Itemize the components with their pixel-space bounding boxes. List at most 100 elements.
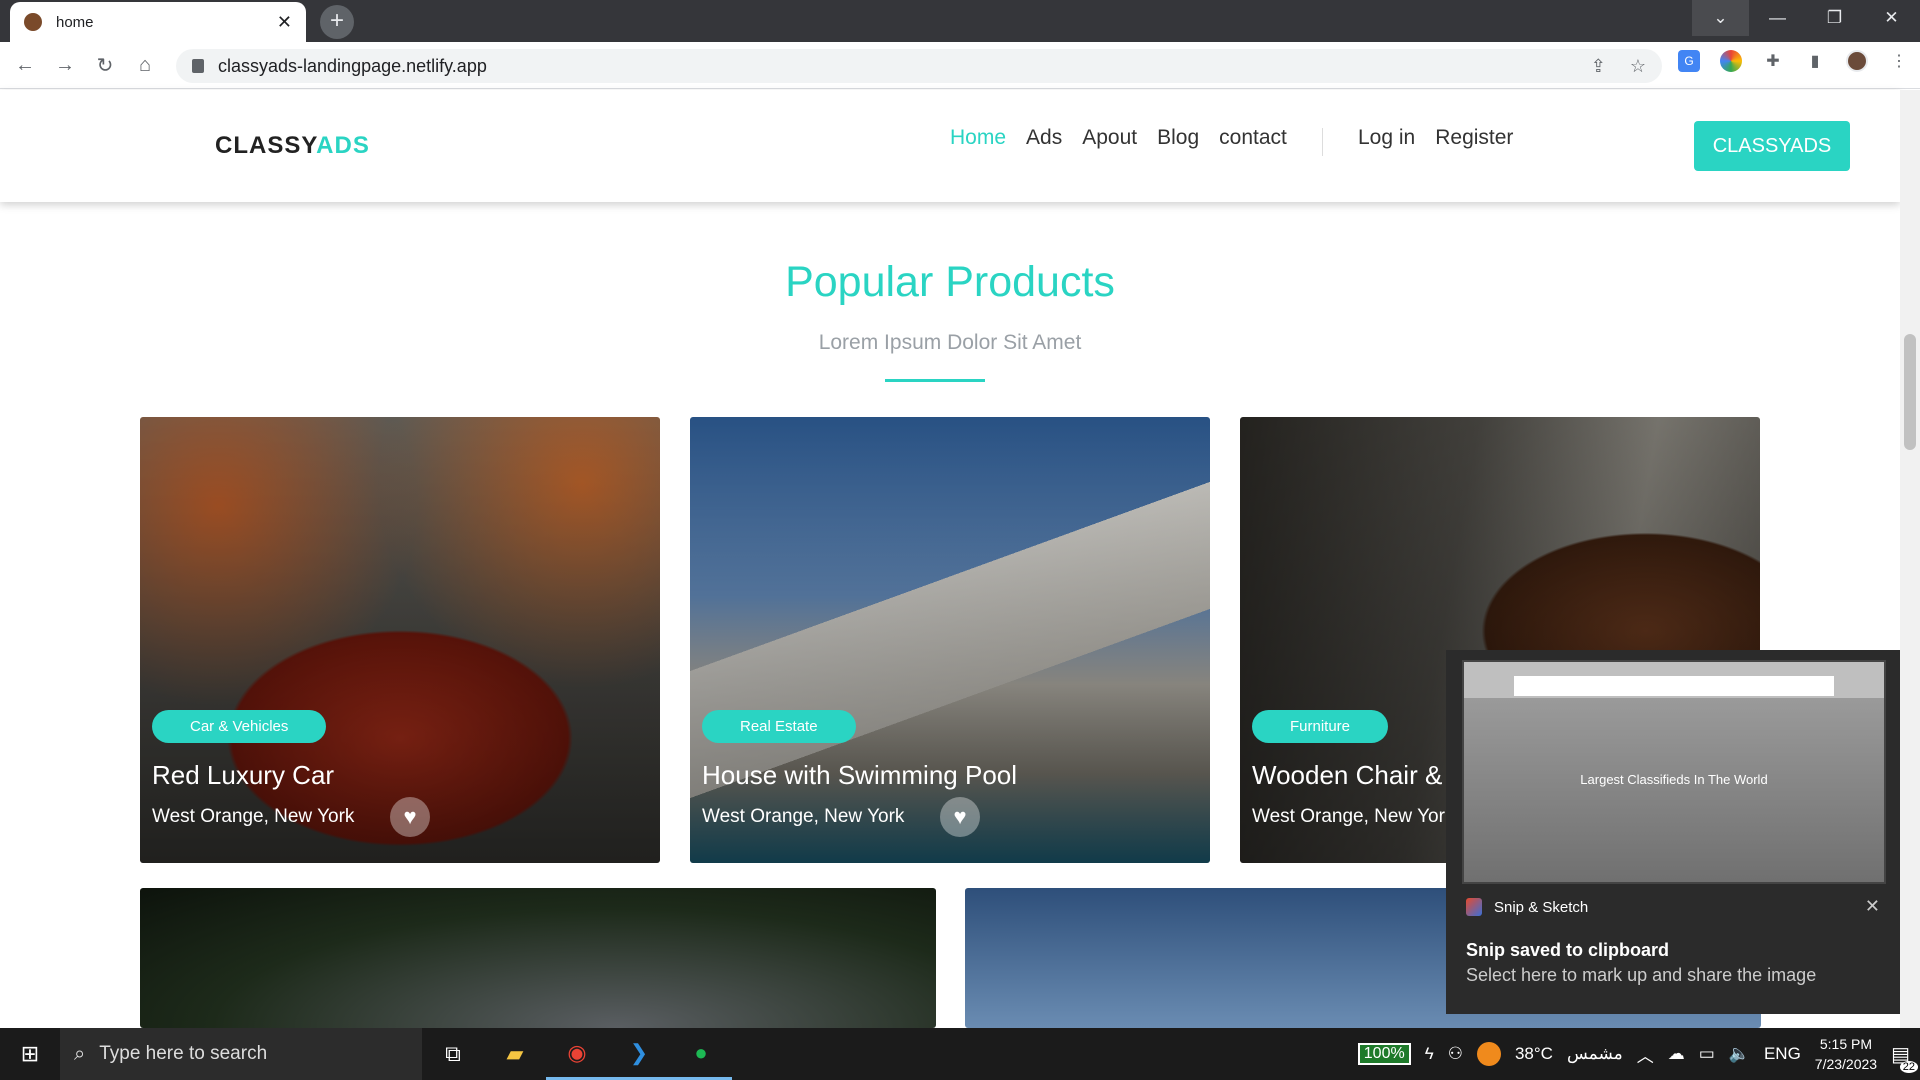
browser-toolbar: ← → ↻ ⌂ classyads-landingpage.netlify.ap… <box>0 42 1920 89</box>
bookmark-star-icon[interactable]: ☆ <box>1630 56 1646 77</box>
windows-start-icon[interactable]: ⊞ <box>0 1028 60 1080</box>
home-icon[interactable]: ⌂ <box>130 54 160 77</box>
notification-count: 22 <box>1899 1060 1918 1073</box>
register-link[interactable]: Register <box>1435 126 1513 150</box>
browser-tabstrip: home ✕ + ⌄ — ❐ ✕ <box>0 0 1920 42</box>
minimize-button[interactable]: — <box>1749 0 1806 36</box>
battery-percent[interactable]: 100% <box>1357 1043 1411 1065</box>
task-view-icon[interactable]: ⧉ <box>422 1028 484 1080</box>
volume-icon[interactable]: 🔈 <box>1729 1044 1750 1064</box>
favorite-heart-icon[interactable]: ♥ <box>390 797 430 837</box>
category-badge[interactable]: Furniture <box>1252 710 1389 743</box>
chrome-icon[interactable]: ◉ <box>546 1028 608 1080</box>
logo-accent: ADS <box>316 132 370 159</box>
category-badge[interactable]: Real Estate <box>702 710 856 743</box>
logo-main: CLASSY <box>215 132 317 159</box>
toast-close-icon[interactable]: ✕ <box>1865 896 1880 917</box>
product-card[interactable]: Real Estate House with Swimming Pool Wes… <box>690 417 1210 863</box>
card-location: West Orange, New York <box>1252 806 1455 827</box>
battery-icon[interactable]: ▭ <box>1699 1044 1715 1064</box>
favorite-heart-icon[interactable]: ♥ <box>940 797 980 837</box>
site-header: CLASSYADS Home Ads Apout Blog contact Lo… <box>0 90 1900 202</box>
share-icon[interactable]: ⇪ <box>1591 56 1606 77</box>
toast-body: Select here to mark up and share the ima… <box>1466 965 1817 985</box>
extensions-area: G ✚ ▮ ⋮ <box>1678 50 1910 72</box>
spotify-icon[interactable]: ● <box>670 1028 732 1080</box>
auth-links: Log in Register <box>1358 126 1513 150</box>
product-card-image[interactable] <box>140 888 936 1028</box>
restore-button[interactable]: ❐ <box>1806 0 1863 36</box>
search-icon: ⌕ <box>74 1042 86 1065</box>
nav-about[interactable]: Apout <box>1082 126 1137 150</box>
favicon-icon <box>24 13 42 31</box>
show-hidden-icons-chevron-icon[interactable]: ︿ <box>1637 1042 1654 1067</box>
weather-label[interactable]: مشمس <box>1567 1044 1623 1064</box>
forward-arrow-icon[interactable]: → <box>50 54 80 77</box>
reload-icon[interactable]: ↻ <box>90 53 120 78</box>
lock-icon <box>192 59 204 73</box>
tab-title: home <box>56 13 94 31</box>
browser-tab[interactable]: home ✕ <box>10 2 306 42</box>
back-arrow-icon[interactable]: ← <box>10 54 40 77</box>
charging-icon: ϟ <box>1424 1044 1434 1063</box>
toast-heading: Snip saved to clipboard <box>1466 940 1670 960</box>
url-text[interactable]: classyads-landingpage.netlify.app <box>218 56 1567 77</box>
language-indicator[interactable]: ENG <box>1764 1044 1801 1064</box>
classyads-cta-button[interactable]: CLASSYADS <box>1694 121 1850 171</box>
close-window-button[interactable]: ✕ <box>1863 0 1920 36</box>
tab-search-button[interactable]: ⌄ <box>1692 0 1749 36</box>
site-logo[interactable]: CLASSYADS <box>215 132 370 160</box>
color-extension-icon[interactable] <box>1720 50 1742 72</box>
clock-date: 7/23/2023 <box>1814 1056 1878 1072</box>
new-tab-button[interactable]: + <box>320 5 354 39</box>
product-card[interactable]: Car & Vehicles Red Luxury Car West Orang… <box>140 417 660 863</box>
card-title[interactable]: Red Luxury Car <box>152 760 334 791</box>
toast-app: Snip & Sketch <box>1466 898 1588 916</box>
section-title: Popular Products <box>785 258 1115 306</box>
menu-kebab-icon[interactable]: ⋮ <box>1888 50 1910 72</box>
clock[interactable]: 5:15 PM 7/23/2023 <box>1815 1034 1877 1074</box>
search-placeholder: Type here to search <box>99 1043 268 1064</box>
clock-time: 5:15 PM <box>1819 1036 1873 1052</box>
thumbnail-header <box>1514 676 1834 696</box>
window-controls: ⌄ — ❐ ✕ <box>1692 0 1920 36</box>
scrollbar-thumb[interactable] <box>1904 334 1916 450</box>
file-explorer-icon[interactable]: ▰ <box>484 1028 546 1080</box>
nav-home[interactable]: Home <box>950 126 1006 150</box>
toast-app-name: Snip & Sketch <box>1494 898 1589 916</box>
notification-center-icon[interactable]: ▤ 22 <box>1891 1042 1918 1073</box>
snip-sketch-icon <box>1466 898 1482 916</box>
login-link[interactable]: Log in <box>1358 126 1415 150</box>
nav-ads[interactable]: Ads <box>1026 126 1062 150</box>
section-subtitle: Lorem Ipsum Dolor Sit Amet <box>818 331 1082 354</box>
profile-avatar[interactable] <box>1846 50 1868 72</box>
thumbnail-text: Largest Classifieds In The World <box>1580 772 1768 787</box>
taskbar-apps: ⧉ ▰ ◉ ❯ ● <box>422 1028 732 1080</box>
side-panel-icon[interactable]: ▮ <box>1804 50 1826 72</box>
card-location: West Orange, New York <box>702 806 905 827</box>
snip-thumbnail[interactable]: Largest Classifieds In The World <box>1462 660 1886 884</box>
nav-blog[interactable]: Blog <box>1157 126 1199 150</box>
close-tab-icon[interactable]: ✕ <box>277 12 292 33</box>
vscode-icon[interactable]: ❯ <box>608 1028 670 1080</box>
taskbar-search[interactable]: ⌕ Type here to search <box>60 1028 422 1080</box>
page-scrollbar[interactable] <box>1900 90 1920 1028</box>
translate-extension-icon[interactable]: G <box>1678 50 1700 72</box>
puzzle-extensions-icon[interactable]: ✚ <box>1762 50 1784 72</box>
system-tray: 100% ϟ ⚇ 38°C مشمس ︿ ☁ ▭ 🔈 ENG 5:15 PM 7… <box>1357 1028 1920 1080</box>
category-badge[interactable]: Car & Vehicles <box>152 710 327 743</box>
wifi-icon[interactable]: ☁ <box>1668 1044 1685 1064</box>
address-bar[interactable]: classyads-landingpage.netlify.app ⇪ ☆ <box>176 49 1662 83</box>
section-underline <box>885 379 985 382</box>
card-image <box>140 417 660 863</box>
main-nav: Home Ads Apout Blog contact <box>950 126 1287 150</box>
card-title[interactable]: House with Swimming Pool <box>702 760 1017 791</box>
people-icon[interactable]: ⚇ <box>1448 1044 1463 1064</box>
weather-temp[interactable]: 38°C <box>1515 1044 1553 1064</box>
nav-divider <box>1322 128 1323 156</box>
card-location: West Orange, New York <box>152 806 355 827</box>
snip-notification[interactable]: Largest Classifieds In The World Snip & … <box>1446 650 1900 1014</box>
weather-sun-icon[interactable] <box>1476 1042 1501 1066</box>
thumbnail-hero <box>1464 698 1884 882</box>
nav-contact[interactable]: contact <box>1219 126 1287 150</box>
